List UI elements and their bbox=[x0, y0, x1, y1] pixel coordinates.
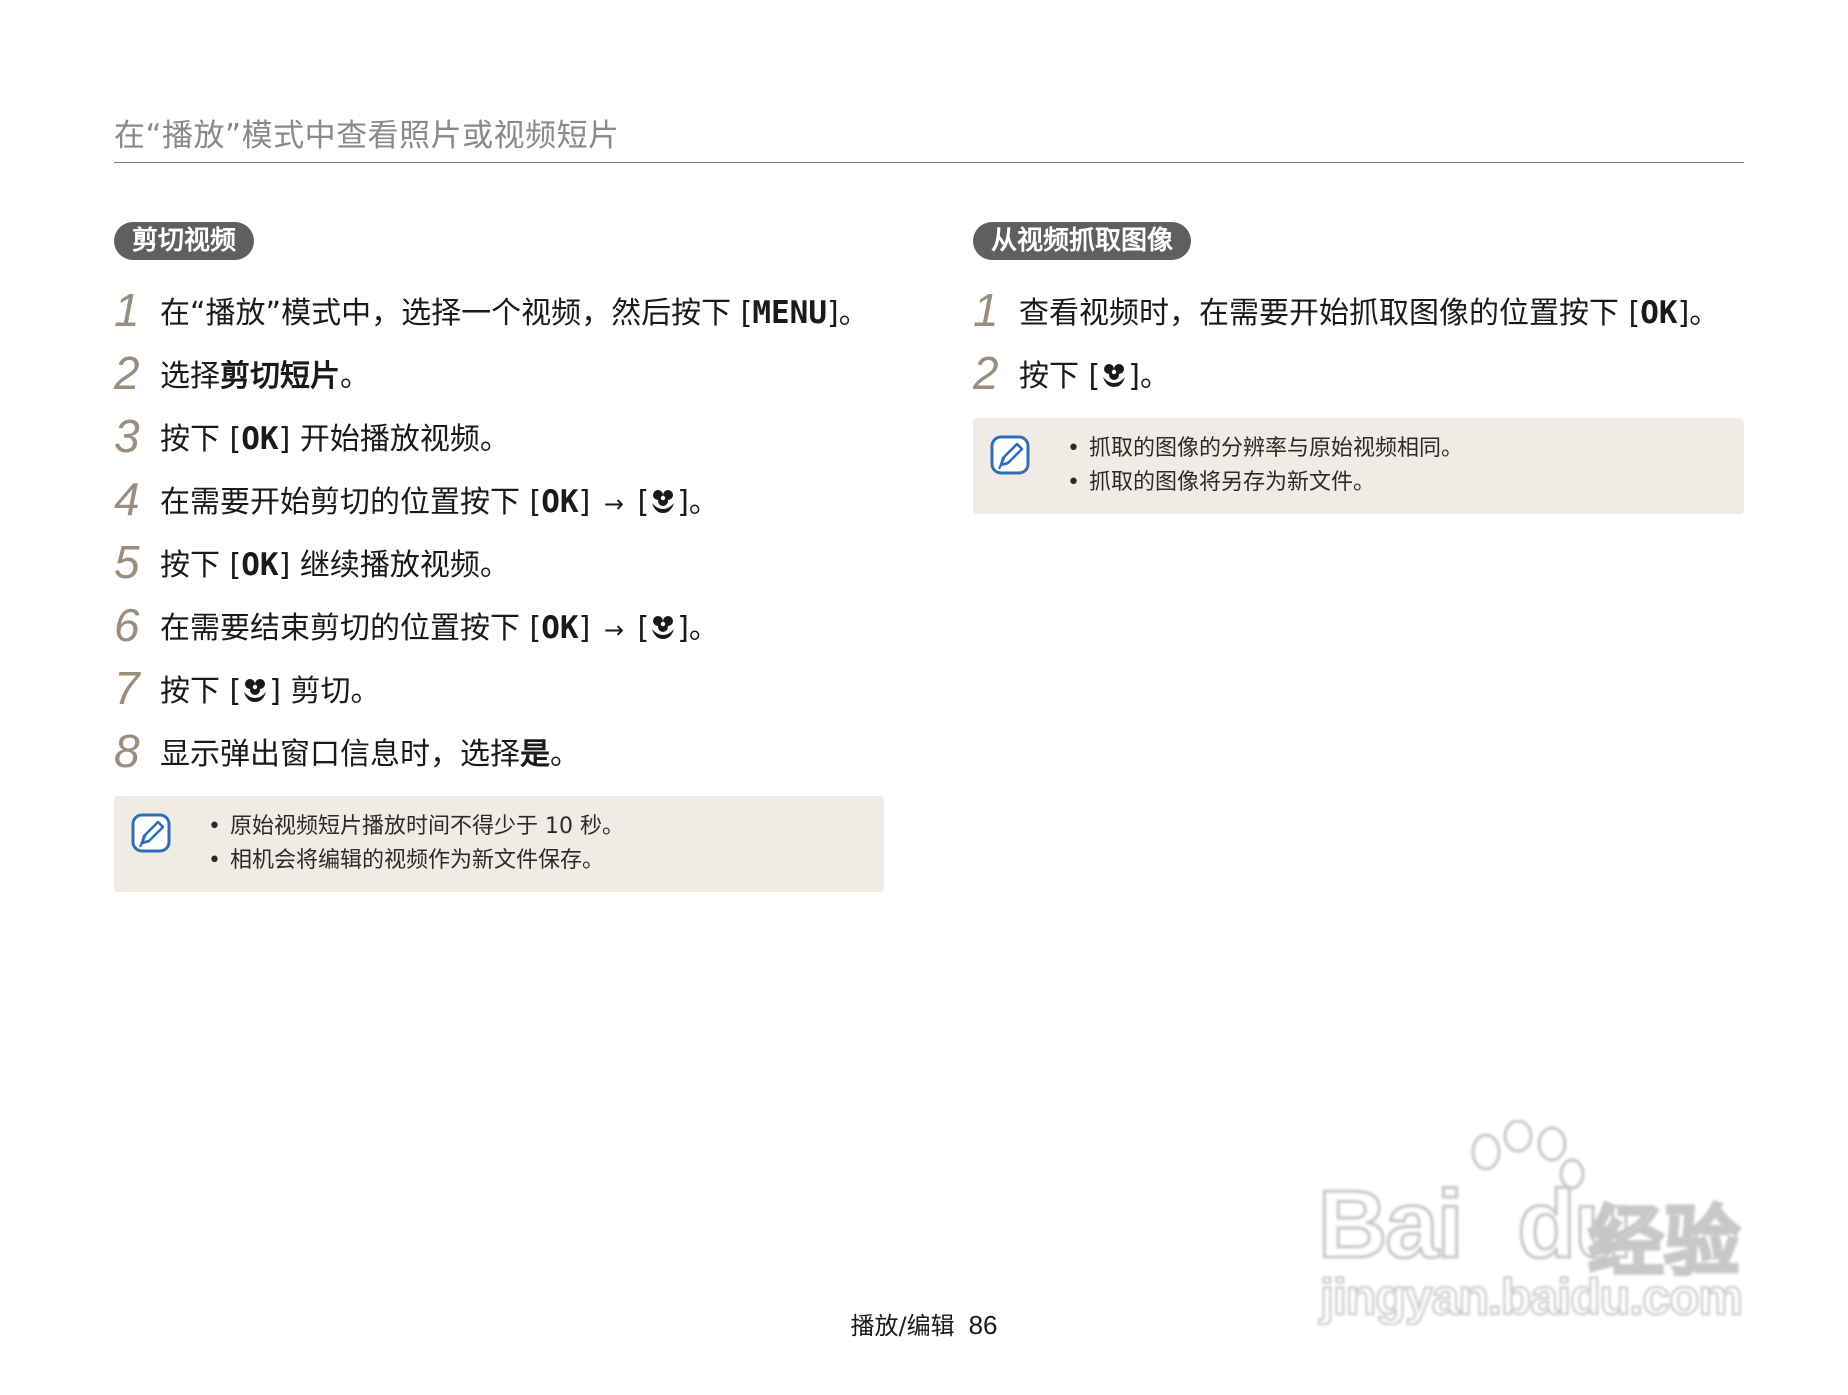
page-number: 86 bbox=[968, 1310, 998, 1340]
menu-option-trim-clip: 剪切短片 bbox=[220, 358, 340, 394]
ok-key: OK bbox=[541, 609, 579, 646]
menu-key: MENU bbox=[752, 294, 827, 331]
step-text: 选择剪切短片。 bbox=[160, 358, 370, 394]
step-number: 3 bbox=[114, 409, 140, 462]
step-number: 1 bbox=[114, 283, 140, 336]
note-item: 原始视频短片播放时间不得少于 10 秒。 bbox=[208, 810, 864, 844]
arrow-icon: → bbox=[603, 615, 624, 644]
step-number: 5 bbox=[114, 535, 140, 588]
ok-key: OK bbox=[241, 420, 279, 457]
right-column: 从视频抓取图像 1 查看视频时，在需要开始抓取图像的位置按下 [OK]。 2 按… bbox=[973, 222, 1744, 514]
note-item: 相机会将编辑的视频作为新文件保存。 bbox=[208, 844, 864, 878]
macro-flower-icon bbox=[652, 615, 675, 639]
section-title-trim-video: 剪切视频 bbox=[114, 222, 255, 260]
watermark-logo: Bai du bbox=[1316, 1170, 1634, 1280]
footer-section: 播放/编辑 bbox=[850, 1312, 955, 1340]
step-7: 7 按下 [] 剪切。 bbox=[114, 656, 884, 719]
step-number: 2 bbox=[114, 346, 140, 399]
step-number: 4 bbox=[114, 472, 140, 525]
step-1: 1 在“播放”模式中，选择一个视频，然后按下 [MENU]。 bbox=[114, 278, 884, 341]
step-5: 5 按下 [OK] 继续播放视频。 bbox=[114, 530, 884, 593]
step-text: 显示弹出窗口信息时，选择是。 bbox=[160, 736, 580, 772]
ok-key: OK bbox=[541, 483, 579, 520]
ok-key: OK bbox=[241, 546, 279, 583]
step-2: 2 按下 []。 bbox=[973, 341, 1744, 404]
step-3: 3 按下 [OK] 开始播放视频。 bbox=[114, 404, 884, 467]
section-title-capture-image: 从视频抓取图像 bbox=[973, 222, 1192, 260]
arrow-icon: → bbox=[603, 489, 624, 518]
note-item: 抓取的图像将另存为新文件。 bbox=[1067, 466, 1724, 500]
step-text: 在需要结束剪切的位置按下 [OK] → []。 bbox=[160, 609, 719, 646]
step-text: 在“播放”模式中，选择一个视频，然后按下 [MENU]。 bbox=[160, 294, 869, 331]
step-text: 在需要开始剪切的位置按下 [OK] → []。 bbox=[160, 483, 719, 520]
step-8: 8 显示弹出窗口信息时，选择是。 bbox=[114, 719, 884, 782]
watermark-url: jingyan.baidu.com bbox=[1319, 1268, 1744, 1326]
step-2: 2 选择剪切短片。 bbox=[114, 341, 884, 404]
step-6: 6 在需要结束剪切的位置按下 [OK] → []。 bbox=[114, 593, 884, 656]
baidu-jingyan-watermark: Bai du 经验 jingyan.baidu.com bbox=[1316, 1120, 1758, 1330]
step-text: 按下 [OK] 开始播放视频。 bbox=[160, 420, 510, 457]
page-title: 在“播放”模式中查看照片或视频短片 bbox=[114, 118, 620, 154]
option-yes: 是 bbox=[520, 736, 550, 772]
step-text: 查看视频时，在需要开始抓取图像的位置按下 [OK]。 bbox=[1019, 294, 1720, 331]
note-pencil-icon bbox=[131, 813, 171, 853]
step-number: 7 bbox=[114, 661, 140, 714]
step-4: 4 在需要开始剪切的位置按下 [OK] → []。 bbox=[114, 467, 884, 530]
note-box: 原始视频短片播放时间不得少于 10 秒。 相机会将编辑的视频作为新文件保存。 bbox=[114, 796, 884, 892]
page-header: 在“播放”模式中查看照片或视频短片 bbox=[114, 116, 1744, 163]
step-text: 按下 [] 剪切。 bbox=[160, 673, 381, 709]
step-1: 1 查看视频时，在需要开始抓取图像的位置按下 [OK]。 bbox=[973, 278, 1744, 341]
left-column: 剪切视频 1 在“播放”模式中，选择一个视频，然后按下 [MENU]。 2 选择… bbox=[114, 222, 884, 892]
macro-flower-icon bbox=[1103, 363, 1126, 387]
macro-flower-icon bbox=[244, 678, 267, 702]
step-text: 按下 []。 bbox=[1019, 358, 1170, 394]
step-number: 2 bbox=[973, 346, 999, 399]
step-number: 1 bbox=[973, 283, 999, 336]
note-item: 抓取的图像的分辨率与原始视频相同。 bbox=[1067, 432, 1724, 466]
ok-key: OK bbox=[1640, 294, 1678, 331]
note-box: 抓取的图像的分辨率与原始视频相同。 抓取的图像将另存为新文件。 bbox=[973, 418, 1744, 514]
step-number: 6 bbox=[114, 598, 140, 651]
step-number: 8 bbox=[114, 724, 140, 777]
note-pencil-icon bbox=[990, 435, 1030, 475]
step-text: 按下 [OK] 继续播放视频。 bbox=[160, 546, 510, 583]
macro-flower-icon bbox=[652, 489, 675, 513]
